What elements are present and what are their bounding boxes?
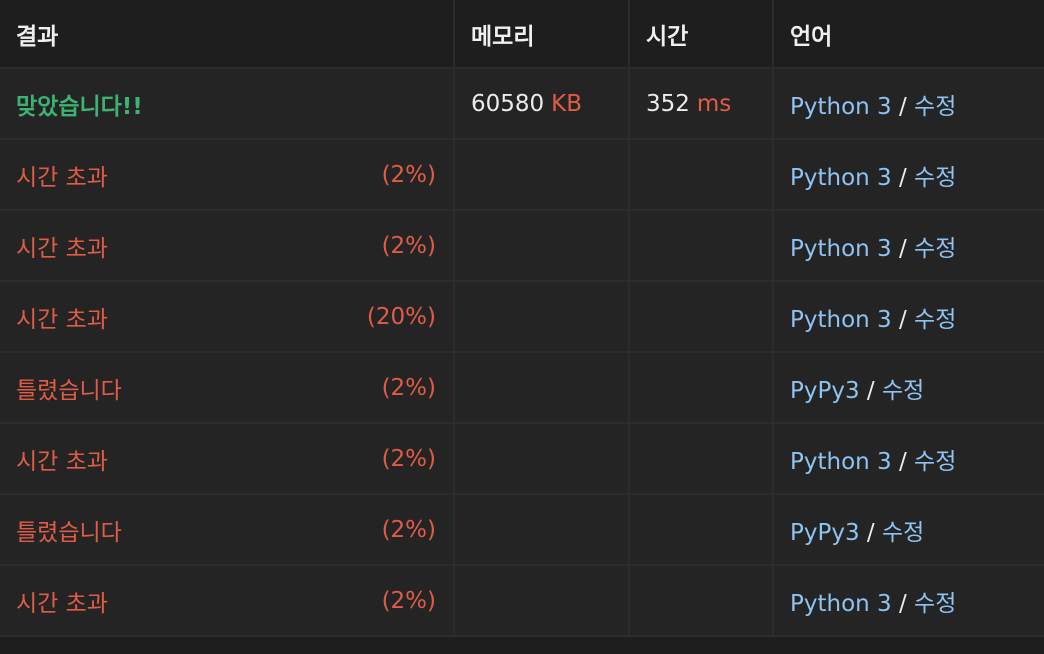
language-link[interactable]: Python 3 [790, 165, 892, 191]
result-percent: (2%) [381, 445, 436, 472]
time-cell [629, 139, 774, 211]
time-cell [629, 281, 774, 353]
memory-cell [454, 210, 630, 282]
edit-link[interactable]: 수정 [914, 236, 956, 262]
edit-link[interactable]: 수정 [914, 591, 956, 617]
language-link[interactable]: Python 3 [790, 236, 892, 262]
result-status[interactable]: 맞았습니다!! [16, 87, 143, 121]
language-cell: Python 3 / 수정 [773, 565, 1044, 637]
separator: / [866, 377, 875, 404]
memory-cell [454, 494, 630, 566]
table-row: 틀렸습니다 (2%) PyPy3 / 수정 [0, 494, 1044, 566]
language-cell: Python 3 / 수정 [773, 68, 1044, 140]
result-percent: (20%) [366, 303, 436, 330]
edit-link[interactable]: 수정 [882, 378, 924, 404]
result-status[interactable]: 시간 초과 [16, 442, 108, 476]
time-value: 352 [646, 90, 690, 117]
table-row: 시간 초과 (2%) Python 3 / 수정 [0, 139, 1044, 211]
memory-cell [454, 352, 630, 424]
separator: / [898, 93, 907, 120]
separator: / [898, 590, 907, 617]
result-percent: (2%) [381, 374, 436, 401]
result-cell: 시간 초과 (2%) [0, 423, 455, 495]
edit-link[interactable]: 수정 [914, 449, 956, 475]
table-row: 시간 초과 (2%) Python 3 / 수정 [0, 210, 1044, 282]
language-cell: Python 3 / 수정 [773, 423, 1044, 495]
edit-link[interactable]: 수정 [914, 94, 956, 120]
language-cell: Python 3 / 수정 [773, 139, 1044, 211]
result-percent: (2%) [381, 587, 436, 614]
edit-link[interactable]: 수정 [882, 520, 924, 546]
memory-cell [454, 281, 630, 353]
header-result: 결과 [0, 0, 455, 69]
time-cell [629, 352, 774, 424]
memory-cell [454, 139, 630, 211]
header-language: 언어 [773, 0, 1044, 69]
result-status[interactable]: 틀렸습니다 [16, 371, 122, 405]
result-status[interactable]: 시간 초과 [16, 229, 108, 263]
result-percent: (2%) [381, 516, 436, 543]
language-cell: Python 3 / 수정 [773, 210, 1044, 282]
language-link[interactable]: Python 3 [790, 449, 892, 475]
result-cell: 맞았습니다!! [0, 68, 455, 140]
result-cell: 시간 초과 (2%) [0, 139, 455, 211]
memory-cell: 60580 KB [454, 68, 630, 140]
edit-link[interactable]: 수정 [914, 165, 956, 191]
memory-value: 60580 [471, 90, 545, 117]
memory-cell [454, 423, 630, 495]
header-time: 시간 [629, 0, 774, 69]
time-cell: 352 ms [629, 68, 774, 140]
header-memory: 메모리 [454, 0, 630, 69]
table-row: 시간 초과 (2%) Python 3 / 수정 [0, 565, 1044, 637]
submission-table: 결과 메모리 시간 언어 맞았습니다!! 60580 KB 352 ms Pytho… [0, 0, 1044, 637]
result-status[interactable]: 시간 초과 [16, 584, 108, 618]
language-link[interactable]: Python 3 [790, 94, 892, 120]
result-cell: 시간 초과 (2%) [0, 565, 455, 637]
memory-unit: KB [551, 90, 583, 117]
language-link[interactable]: Python 3 [790, 591, 892, 617]
language-link[interactable]: PyPy3 [790, 378, 860, 404]
result-cell: 시간 초과 (2%) [0, 210, 455, 282]
separator: / [898, 235, 907, 262]
result-status[interactable]: 틀렸습니다 [16, 513, 122, 547]
time-cell [629, 423, 774, 495]
time-cell [629, 210, 774, 282]
table-row: 맞았습니다!! 60580 KB 352 ms Python 3 / 수정 [0, 68, 1044, 140]
separator: / [866, 519, 875, 546]
result-cell: 시간 초과 (20%) [0, 281, 455, 353]
edit-link[interactable]: 수정 [914, 307, 956, 333]
separator: / [898, 306, 907, 333]
result-status[interactable]: 시간 초과 [16, 158, 108, 192]
table-row: 시간 초과 (2%) Python 3 / 수정 [0, 423, 1044, 495]
time-cell [629, 565, 774, 637]
language-cell: Python 3 / 수정 [773, 281, 1044, 353]
result-status[interactable]: 시간 초과 [16, 300, 108, 334]
time-unit: ms [696, 90, 732, 117]
language-link[interactable]: PyPy3 [790, 520, 860, 546]
table-row: 틀렸습니다 (2%) PyPy3 / 수정 [0, 352, 1044, 424]
table-header-row: 결과 메모리 시간 언어 [0, 0, 1044, 69]
language-cell: PyPy3 / 수정 [773, 352, 1044, 424]
language-link[interactable]: Python 3 [790, 307, 892, 333]
separator: / [898, 164, 907, 191]
table-row: 시간 초과 (20%) Python 3 / 수정 [0, 281, 1044, 353]
result-cell: 틀렸습니다 (2%) [0, 494, 455, 566]
separator: / [898, 448, 907, 475]
result-percent: (2%) [381, 161, 436, 188]
result-percent: (2%) [381, 232, 436, 259]
result-cell: 틀렸습니다 (2%) [0, 352, 455, 424]
language-cell: PyPy3 / 수정 [773, 494, 1044, 566]
time-cell [629, 494, 774, 566]
memory-cell [454, 565, 630, 637]
